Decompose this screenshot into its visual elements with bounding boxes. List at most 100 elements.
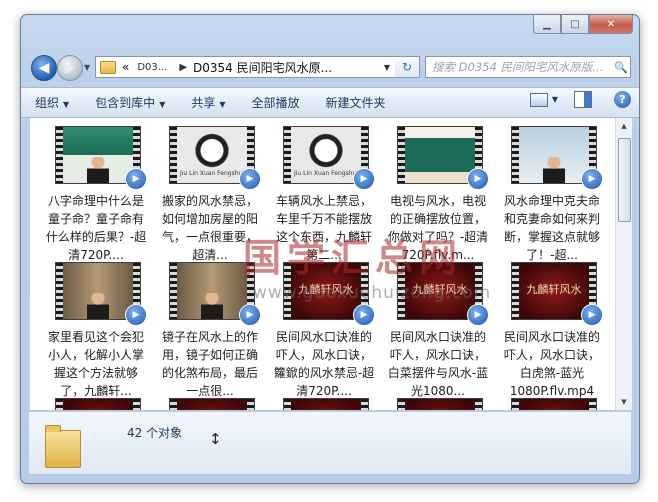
share-label: 共享 xyxy=(191,96,216,110)
media-player-icon: ▶ xyxy=(353,168,375,190)
video-thumbnail xyxy=(169,398,255,410)
film-strip xyxy=(56,399,63,410)
video-thumbnail xyxy=(55,398,141,410)
watermark-url: www.guoxuehuizong.com xyxy=(253,283,492,303)
refresh-icon: ↻ xyxy=(401,60,413,74)
help-icon[interactable]: ? xyxy=(614,91,631,108)
video-thumbnail xyxy=(283,398,369,410)
details-pane: 42 个对象 ↕ xyxy=(29,411,631,474)
file-item[interactable] xyxy=(44,392,148,410)
watermark-text: 国学汇总网 xyxy=(243,235,464,280)
organize-button[interactable]: 组织 ▼ xyxy=(35,94,69,111)
file-item[interactable]: ▶ 风水命理中克夫命和克妻命如何来判断，掌握这点就够了！-超... xyxy=(500,120,604,262)
presenter-figure xyxy=(87,293,109,319)
media-player-icon: ▶ xyxy=(239,304,261,326)
chevron-down-icon: ▼ xyxy=(63,100,70,109)
file-name: 民间风水口诀准的吓人，风水口诀，籮鍁的风水禁忌-超清720P.... xyxy=(273,330,375,398)
search-placeholder[interactable]: 搜索 D0354 民间阳宅风水原版... xyxy=(426,59,612,75)
thumbnail-frame: 九麟轩风水 xyxy=(519,263,589,319)
film-strip xyxy=(56,263,63,319)
file-item[interactable]: ▶ 家里看见这个会犯小人，化解小人掌握这个方法就够了，九麟轩... xyxy=(44,256,148,398)
explorer-window: ▁ □ ✕ ◀ ▶ ▼ « D03... ▶ D0354 民间阳宅风水原... … xyxy=(20,14,640,484)
film-strip xyxy=(56,127,63,183)
address-bar[interactable]: « D03... ▶ D0354 民间阳宅风水原... ▼ xyxy=(95,56,397,78)
film-strip xyxy=(170,127,177,183)
thumbnail-frame xyxy=(177,263,247,319)
address-crumb-2[interactable]: D0354 民间阳宅风水原... xyxy=(193,59,332,76)
refresh-button[interactable]: ↻ xyxy=(395,56,420,78)
caption-buttons: ▁ □ ✕ xyxy=(533,15,633,34)
file-name: 家里看见这个会犯小人，化解小人掌握这个方法就够了，九麟轩... xyxy=(47,330,144,398)
address-dropdown-icon[interactable]: ▼ xyxy=(384,63,390,72)
address-overflow[interactable]: « xyxy=(122,60,129,74)
file-item[interactable] xyxy=(386,392,490,410)
thumbnail-frame: Jiu Lin Xuan Fengshui xyxy=(177,127,247,183)
back-button[interactable]: ◀ xyxy=(31,55,57,81)
include-in-library-label: 包含到库中 xyxy=(95,96,156,110)
film-strip xyxy=(512,399,519,410)
film-strip xyxy=(475,399,482,410)
thumbnail-frame xyxy=(63,399,133,410)
thumbnail-text: 九麟轩风水 xyxy=(526,283,582,296)
film-strip xyxy=(512,263,519,319)
thumbnail-frame xyxy=(291,399,361,410)
preview-pane-icon[interactable] xyxy=(574,91,592,108)
close-button[interactable]: ✕ xyxy=(589,15,633,34)
thumbnail-text: Jiu Lin Xuan Fengshui xyxy=(180,170,244,177)
folder-icon xyxy=(45,425,81,468)
file-name: 八字命理中什么是童子命？童子命有什么样的后果？-超清720P.... xyxy=(45,194,147,262)
thumbnail-frame xyxy=(63,263,133,319)
maximize-button[interactable]: □ xyxy=(561,15,589,34)
include-in-library-button[interactable]: 包含到库中 ▼ xyxy=(95,94,165,111)
file-item[interactable] xyxy=(500,392,604,410)
address-crumb-1[interactable]: D03... xyxy=(137,62,167,73)
film-strip xyxy=(284,127,291,183)
new-folder-button[interactable]: 新建文件夹 xyxy=(326,94,386,111)
media-player-icon: ▶ xyxy=(353,304,375,326)
chevron-right-icon[interactable]: ▶ xyxy=(179,62,187,73)
view-controls: ▼ ? xyxy=(529,91,631,108)
folder-icon xyxy=(100,60,116,74)
media-player-icon: ▶ xyxy=(125,168,147,190)
scroll-up-icon[interactable]: ▲ xyxy=(616,118,632,134)
film-strip xyxy=(133,399,140,410)
media-player-icon: ▶ xyxy=(467,168,489,190)
search-box[interactable]: 搜索 D0354 民间阳宅风水原版... 🔍 xyxy=(425,56,631,78)
thumbnail-frame xyxy=(177,399,247,410)
media-player-icon: ▶ xyxy=(581,304,603,326)
media-player-icon: ▶ xyxy=(467,304,489,326)
vertical-scrollbar[interactable]: ▲ ▼ xyxy=(615,118,632,410)
film-strip xyxy=(589,399,596,410)
minimize-button[interactable]: ▁ xyxy=(533,15,561,34)
thumbnail-text: Jiu Lin Xuan Fengshui xyxy=(294,170,358,177)
view-dropdown-icon[interactable]: ▼ xyxy=(552,95,558,104)
change-view-icon[interactable] xyxy=(529,92,548,107)
scrollbar-thumb[interactable] xyxy=(618,138,631,222)
search-icon[interactable]: 🔍 xyxy=(612,61,630,74)
forward-button[interactable]: ▶ xyxy=(57,55,83,81)
item-count: 42 个对象 xyxy=(127,426,183,440)
scroll-down-icon[interactable]: ▼ xyxy=(616,394,632,410)
share-button[interactable]: 共享 ▼ xyxy=(191,94,225,111)
file-item[interactable] xyxy=(158,392,262,410)
media-player-icon: ▶ xyxy=(239,168,261,190)
file-name: 镜子在风水上的作用，镜子如何正确的化煞布局，最后一点很... xyxy=(161,330,258,398)
film-strip xyxy=(284,399,291,410)
film-strip xyxy=(170,399,177,410)
organize-label: 组织 xyxy=(35,96,60,110)
forward-arrow-icon: ▶ xyxy=(64,60,76,76)
play-all-button[interactable]: 全部播放 xyxy=(252,94,300,111)
thumbnail-frame xyxy=(405,127,475,183)
thumbnail-frame xyxy=(405,399,475,410)
video-thumbnail xyxy=(397,398,483,410)
media-player-icon: ▶ xyxy=(125,304,147,326)
file-item[interactable]: 九麟轩风水 ▶ 民间风水口诀准的吓人，风水口诀，白虎煞-蓝光1080P.flv.mp… xyxy=(500,256,604,398)
recent-pages-dropdown[interactable]: ▼ xyxy=(84,63,90,72)
film-strip xyxy=(361,399,368,410)
file-item[interactable] xyxy=(272,392,376,410)
resize-cursor-icon: ↕ xyxy=(209,430,222,448)
file-item[interactable]: ▶ 八字命理中什么是童子命？童子命有什么样的后果？-超清720P.... xyxy=(44,120,148,262)
file-name: 民间风水口诀准的吓人，风水口诀，白虎煞-蓝光1080P.flv.mp4 xyxy=(503,330,600,398)
film-strip xyxy=(247,399,254,410)
command-bar: 组织 ▼ 包含到库中 ▼ 共享 ▼ 全部播放 新建文件夹 ▼ ? xyxy=(21,87,639,118)
